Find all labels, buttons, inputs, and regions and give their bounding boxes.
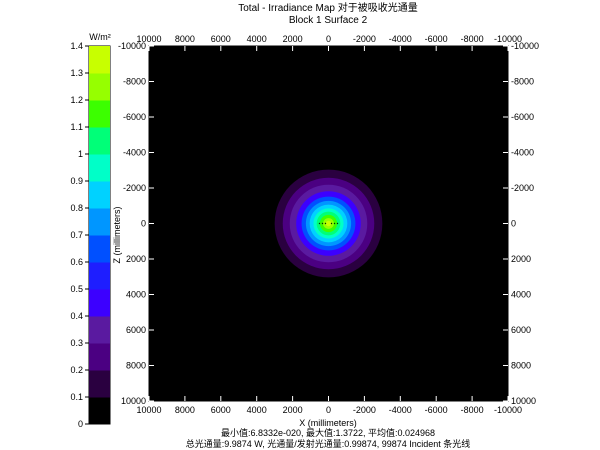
x-tick-label-bottom: 4000 (247, 405, 267, 415)
colorbar-tick-label: 0.6 (70, 257, 83, 267)
colorbar-tick-label: 1.1 (70, 122, 83, 132)
spot-center-marker (333, 222, 336, 225)
colorbar-swatch (89, 181, 110, 209)
stats-line-1: 最小值:6.8332e-020, 最大值:1.3722, 平均值:0.02496… (221, 427, 435, 438)
colorbar-tick-label: 1.2 (70, 95, 83, 105)
y-tick-label-left: 2000 (126, 254, 146, 264)
colorbar-swatches (89, 46, 110, 425)
irradiance-map-figure: Total - Irradiance Map 对于被吸收光通量 Block 1 … (70, 1, 539, 449)
x-tick-label-bottom: 6000 (211, 405, 231, 415)
spot-center-marker (324, 222, 327, 225)
spot-center-marker (330, 222, 333, 225)
y-tick-label-left: 4000 (126, 290, 146, 300)
y-tick-label-right: 2000 (511, 254, 531, 264)
x-axis-label: X (millimeters) (299, 418, 357, 428)
colorbar-unit: W/m² (89, 32, 111, 42)
x-tick-label-top: 8000 (175, 34, 195, 44)
stats-line-2: 总光通量:9.9874 W, 光通量/发射光通量:0.99874, 99874 … (186, 438, 471, 449)
colorbar-swatch (89, 316, 110, 344)
y-tick-label-right: 4000 (511, 290, 531, 300)
colorbar-swatch (89, 46, 110, 74)
y-tick-label-right: -6000 (511, 112, 534, 122)
x-tick-label-bottom: 0 (326, 405, 331, 415)
x-tick-label-bottom: 10000 (136, 405, 161, 415)
x-tick-label-bottom: -4000 (389, 405, 412, 415)
x-tick-label-top: -8000 (461, 34, 484, 44)
colorbar-tick-label: 0.5 (70, 284, 83, 294)
spot-center-marker (321, 222, 324, 225)
y-tick-label-left: -4000 (123, 148, 146, 158)
x-tick-label-top: 6000 (211, 34, 231, 44)
y-tick-label-right: -4000 (511, 148, 534, 158)
colorbar-swatch (89, 262, 110, 290)
y-tick-label-left: 8000 (126, 361, 146, 371)
x-tick-label-top: 2000 (283, 34, 303, 44)
y-tick-label-left: -8000 (123, 77, 146, 87)
y-tick-label-right: 6000 (511, 325, 531, 335)
colorbar-swatch (89, 127, 110, 155)
colorbar-swatch (89, 370, 110, 398)
colorbar-tick-label: 0.4 (70, 311, 83, 321)
y-tick-label-right: -8000 (511, 77, 534, 87)
x-tick-label-top: 0 (326, 34, 331, 44)
spot-center-marker (318, 222, 321, 225)
colorbar-ticks: 0 0.1 0.2 0.3 0.4 0.5 0.6 0.7 0.8 0.9 1 1.1 1.2 1.3 1.… (70, 41, 89, 429)
colorbar-tick-label: 0.9 (70, 176, 83, 186)
colorbar-tick-label: 0.7 (70, 230, 83, 240)
x-tick-label-bottom: -10000 (494, 405, 522, 415)
y-tick-label-right: 0 (511, 219, 516, 229)
spot-center-marker (336, 222, 339, 225)
x-tick-label-bottom: -2000 (353, 405, 376, 415)
colorbar-swatch (89, 397, 110, 425)
colorbar-tick-label: 0.3 (70, 338, 83, 348)
y-tick-label-right: -2000 (511, 183, 534, 193)
x-tick-label-top: 4000 (247, 34, 267, 44)
chart-subtitle: Block 1 Surface 2 (289, 15, 368, 26)
colorbar-tick-label: 0 (78, 419, 83, 429)
colorbar-tick-label: 0.8 (70, 203, 83, 213)
colorbar-tick-label: 0.2 (70, 365, 83, 375)
colorbar-swatch (89, 208, 110, 236)
colorbar-swatch (89, 343, 110, 371)
y-axis-label: Z (millimeters) (112, 207, 122, 264)
x-tick-label-bottom: 8000 (175, 405, 195, 415)
colorbar-swatch (89, 235, 110, 263)
x-tick-label-bottom: -6000 (425, 405, 448, 415)
y-tick-label-left: 0 (141, 219, 146, 229)
colorbar-tick-label: 1.3 (70, 68, 83, 78)
colorbar-swatch (89, 73, 110, 101)
colorbar-swatch (89, 154, 110, 182)
colorbar-tick-label: 1.4 (70, 41, 83, 51)
y-tick-label-right: 8000 (511, 361, 531, 371)
y-tick-label-left: -6000 (123, 112, 146, 122)
y-tick-label-left: 10000 (121, 396, 146, 406)
y-tick-label-right: -10000 (511, 41, 539, 51)
irradiance-spot (274, 169, 383, 278)
x-tick-label-bottom: 2000 (283, 405, 303, 415)
y-tick-label-right: 10000 (511, 396, 536, 406)
colorbar-tick-label: 0.1 (70, 392, 83, 402)
y-tick-label-left: -2000 (123, 183, 146, 193)
x-tick-label-bottom: -8000 (461, 405, 484, 415)
colorbar-swatch (89, 289, 110, 317)
chart-title: Total - Irradiance Map 对于被吸收光通量 (238, 1, 418, 14)
colorbar-tick-label: 1 (78, 149, 83, 159)
spot-ring (325, 220, 332, 227)
y-tick-label-left: 6000 (126, 325, 146, 335)
x-tick-label-top: -6000 (425, 34, 448, 44)
colorbar-swatch (89, 100, 110, 128)
x-tick-label-top: -4000 (389, 34, 412, 44)
y-tick-label-left: -10000 (118, 41, 146, 51)
x-tick-label-top: -2000 (353, 34, 376, 44)
